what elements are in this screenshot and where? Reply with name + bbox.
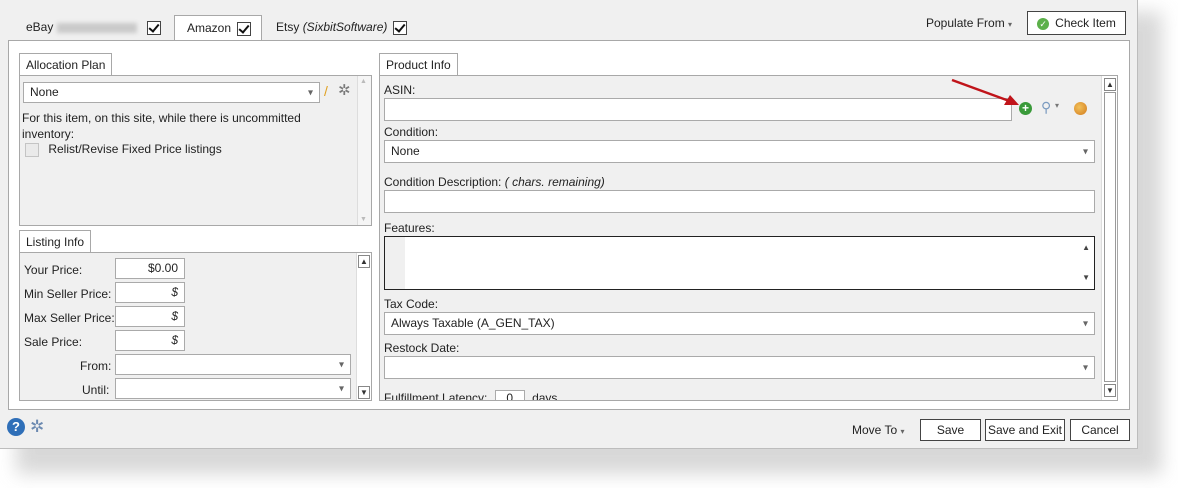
fulfillment-latency-field[interactable]: 0: [494, 390, 525, 400]
scroll-down-icon[interactable]: ▼: [1082, 273, 1090, 282]
search-icon[interactable]: ⚲: [1041, 99, 1051, 116]
populate-from-label: Populate From: [926, 16, 1005, 30]
tax-code-value: Always Taxable (A_GEN_TAX): [391, 316, 555, 330]
chars-remaining-note: ( chars. remaining): [504, 175, 605, 189]
min-seller-price-field[interactable]: $: [115, 282, 185, 303]
etsy-site-checkbox[interactable]: [393, 20, 408, 35]
your-price-field[interactable]: $0.00: [115, 258, 185, 279]
chevron-down-icon: ▾: [1008, 20, 1013, 29]
from-label: From:: [80, 359, 112, 373]
save-button[interactable]: Save: [920, 419, 981, 441]
condition-select[interactable]: None: [384, 140, 1095, 163]
pencil-icon[interactable]: /: [324, 83, 328, 99]
listing-scrollbar[interactable]: ▲ ▼: [356, 253, 371, 400]
tab-etsy-label: Etsy: [276, 20, 300, 34]
check-item-label: Check Item: [1055, 16, 1116, 30]
tab-product-info[interactable]: Product Info: [379, 53, 458, 76]
gear-icon[interactable]: ✲: [338, 81, 351, 99]
ebay-site-checkbox[interactable]: [147, 20, 162, 35]
condition-value: None: [391, 144, 420, 158]
add-icon[interactable]: +: [1019, 102, 1032, 115]
listing-info-tab-label: Listing Info: [26, 235, 85, 249]
features-gutter: [385, 237, 405, 289]
fulfillment-unit: days: [532, 391, 558, 401]
min-seller-price-label: Min Seller Price:: [24, 287, 112, 301]
item-editor-window: eBay Amazon Etsy (SixbitSoftware) Popula…: [0, 0, 1138, 449]
allocation-plan-tab-label: Allocation Plan: [26, 58, 106, 72]
fulfillment-latency-row: Fulfillment Latency: 0 days: [384, 390, 558, 401]
relist-label: Relist/Revise Fixed Price listings: [48, 142, 222, 156]
chevron-down-icon: ▾: [900, 427, 905, 436]
tab-allocation-plan[interactable]: Allocation Plan: [19, 53, 113, 76]
move-to-label: Move To: [852, 423, 898, 437]
scroll-up-icon[interactable]: ▲: [360, 78, 367, 85]
condition-description-field[interactable]: [384, 190, 1095, 213]
etsy-account: (SixbitSoftware): [302, 20, 388, 34]
tab-listing-info[interactable]: Listing Info: [19, 230, 92, 253]
populate-from-menu[interactable]: Populate From ▾: [926, 15, 1012, 31]
product-scrollbar[interactable]: ▲ ▼: [1101, 76, 1117, 400]
scroll-up-icon[interactable]: ▲: [1082, 243, 1090, 252]
allocation-note: For this item, on this site, while there…: [22, 111, 301, 141]
tab-amazon-label: Amazon: [187, 21, 232, 35]
listing-info-group: Your Price: $0.00 Min Seller Price: $ Ma…: [19, 252, 372, 401]
scroll-thumb[interactable]: [1104, 92, 1116, 382]
tab-etsy[interactable]: Etsy (SixbitSoftware): [276, 15, 408, 40]
tab-amazon[interactable]: Amazon: [174, 15, 262, 41]
move-to-menu[interactable]: Move To ▾: [852, 423, 905, 437]
tax-code-label: Tax Code:: [384, 297, 439, 311]
sale-price-field[interactable]: $: [115, 330, 185, 351]
until-label: Until:: [82, 383, 110, 397]
settings-gear-icon[interactable]: ✲: [30, 417, 44, 437]
your-price-label: Your Price:: [24, 263, 83, 277]
sale-price-label: Sale Price:: [24, 335, 83, 349]
relist-option[interactable]: Relist/Revise Fixed Price listings: [25, 142, 222, 157]
product-info-group: ASIN: + ⚲ ▾ Condition: None Condition De…: [379, 75, 1118, 401]
features-field[interactable]: ▲ ▼: [384, 236, 1095, 290]
scroll-up-icon[interactable]: ▲: [1104, 78, 1116, 91]
scroll-down-icon[interactable]: ▼: [360, 216, 367, 223]
restock-date-select[interactable]: [384, 356, 1095, 379]
content-panel: Allocation Plan None / ✲ For this item, …: [8, 40, 1130, 410]
product-info-tab-label: Product Info: [386, 58, 451, 72]
max-seller-price-label: Max Seller Price:: [24, 311, 115, 325]
tax-code-select[interactable]: Always Taxable (A_GEN_TAX): [384, 312, 1095, 335]
relist-checkbox[interactable]: [25, 142, 39, 157]
from-date-select[interactable]: [115, 354, 351, 375]
check-circle-icon: ✓: [1037, 17, 1050, 30]
allocation-plan-select[interactable]: None: [23, 82, 320, 103]
tab-ebay-label: eBay: [26, 20, 54, 34]
save-and-exit-button[interactable]: Save and Exit: [985, 419, 1065, 441]
condition-label: Condition:: [384, 125, 439, 139]
allocation-plan-group: None / ✲ For this item, on this site, wh…: [19, 75, 372, 226]
globe-icon[interactable]: [1074, 102, 1087, 115]
cancel-button[interactable]: Cancel: [1070, 419, 1130, 441]
condition-description-label: Condition Description: ( chars. remainin…: [384, 175, 605, 189]
asin-label: ASIN:: [384, 83, 416, 97]
fulfillment-latency-label: Fulfillment Latency:: [384, 391, 488, 401]
tab-ebay[interactable]: eBay: [26, 15, 162, 40]
until-date-select[interactable]: [115, 378, 351, 399]
scroll-up-icon[interactable]: ▲: [358, 255, 370, 268]
chevron-down-icon[interactable]: ▾: [1055, 101, 1059, 110]
scroll-down-icon[interactable]: ▼: [1104, 384, 1116, 397]
annotation-arrow-icon: [951, 78, 1019, 105]
features-label: Features:: [384, 221, 435, 235]
condition-description-title: Condition Description:: [384, 175, 502, 189]
allocation-scrollbar[interactable]: ▲ ▼: [357, 76, 371, 225]
restock-date-label: Restock Date:: [384, 341, 460, 355]
max-seller-price-field[interactable]: $: [115, 306, 185, 327]
amazon-site-checkbox[interactable]: [237, 21, 252, 36]
asin-field[interactable]: [384, 98, 1012, 121]
allocation-plan-value: None: [30, 85, 59, 99]
ebay-account-blurred: [57, 22, 138, 33]
help-icon[interactable]: ?: [7, 418, 25, 436]
check-item-button[interactable]: ✓ Check Item: [1027, 11, 1126, 35]
footer-bar: ? ✲ Move To ▾ Save Save and Exit Cancel: [0, 412, 1137, 448]
scroll-down-icon[interactable]: ▼: [358, 386, 370, 399]
